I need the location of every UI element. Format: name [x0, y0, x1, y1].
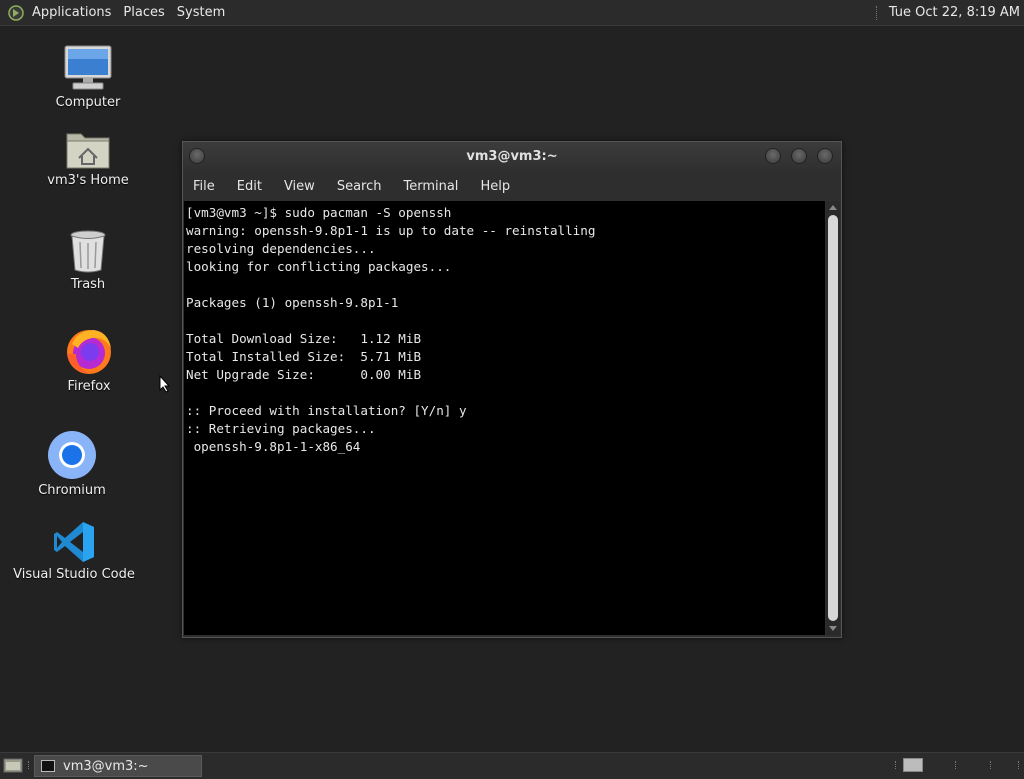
- workspace-2[interactable]: [926, 758, 950, 772]
- taskbar-item-label: vm3@vm3:~: [63, 758, 149, 774]
- clock[interactable]: Tue Oct 22, 8:19 AM: [889, 5, 1020, 20]
- terminal-menubar: File Edit View Search Terminal Help: [183, 172, 841, 200]
- desktop-icon-firefox[interactable]: Firefox: [29, 326, 149, 394]
- panel-separator: [955, 761, 956, 769]
- bottom-panel: vm3@vm3:~: [0, 752, 1024, 779]
- terminal-line: :: Proceed with installation? [Y/n] y: [186, 403, 467, 418]
- menu-terminal[interactable]: Terminal: [392, 179, 469, 194]
- desktop-icon-label: vm3's Home: [47, 173, 129, 188]
- terminal-line: looking for conflicting packages...: [186, 259, 452, 274]
- desktop-icon-vscode[interactable]: Visual Studio Code: [13, 520, 135, 582]
- places-menu[interactable]: Places: [117, 0, 170, 25]
- desktop-icon-label: Firefox: [67, 379, 111, 394]
- system-menu[interactable]: System: [171, 0, 231, 25]
- chromium-icon: [47, 430, 97, 480]
- clock-area: Tue Oct 22, 8:19 AM: [875, 0, 1020, 25]
- close-button[interactable]: [817, 148, 833, 164]
- desktop-icon-label: Computer: [55, 95, 121, 110]
- terminal-line: resolving dependencies...: [186, 241, 376, 256]
- desktop-icon-trash[interactable]: Trash: [28, 228, 148, 292]
- desktop-icon-label: Trash: [70, 277, 106, 292]
- terminal-output[interactable]: [vm3@vm3 ~]$ sudo pacman -S openssh warni…: [184, 201, 825, 635]
- workspace-1[interactable]: [903, 758, 923, 772]
- trash-icon: [68, 228, 108, 274]
- home-folder-icon: [65, 128, 111, 170]
- terminal-icon: [41, 760, 55, 772]
- show-desktop-icon[interactable]: [3, 757, 23, 774]
- terminal-line: Packages (1) openssh-9.8p1-1: [186, 295, 399, 310]
- menu-help[interactable]: Help: [469, 179, 521, 194]
- menu-view[interactable]: View: [273, 179, 326, 194]
- desktop-icon-chromium[interactable]: Chromium: [12, 430, 132, 498]
- menu-edit[interactable]: Edit: [226, 179, 273, 194]
- terminal-line: Total Installed Size: 5.71 MiB: [186, 349, 422, 364]
- top-panel: Applications Places System Tue Oct 22, 8…: [0, 0, 1024, 26]
- terminal-scrollbar[interactable]: [826, 201, 840, 635]
- panel-separator: [875, 5, 879, 20]
- panel-separator: [28, 761, 29, 769]
- vscode-icon: [52, 520, 96, 564]
- maximize-button[interactable]: [791, 148, 807, 164]
- terminal-line: [vm3@vm3 ~]$ sudo pacman -S openssh: [186, 205, 452, 220]
- firefox-icon: [64, 326, 114, 376]
- scrollbar-thumb[interactable]: [828, 215, 838, 621]
- desktop-icon-computer[interactable]: Computer: [28, 44, 148, 110]
- terminal-line: Total Download Size: 1.12 MiB: [186, 331, 422, 346]
- panel-separator: [1018, 761, 1019, 769]
- terminal-line: :: Retrieving packages...: [186, 421, 376, 436]
- terminal-line: Net Upgrade Size: 0.00 MiB: [186, 367, 422, 382]
- computer-icon: [63, 44, 113, 92]
- panel-separator: [990, 761, 991, 769]
- window-titlebar[interactable]: vm3@vm3:~: [183, 142, 841, 172]
- minimize-button[interactable]: [765, 148, 781, 164]
- desktop-icon-label: Chromium: [38, 483, 106, 498]
- terminal-window[interactable]: vm3@vm3:~ File Edit View Search Terminal…: [182, 141, 842, 638]
- panel-separator: [895, 761, 896, 769]
- desktop-icon-label: Visual Studio Code: [13, 567, 135, 582]
- terminal-line: openssh-9.8p1-1-x86_64: [186, 439, 361, 454]
- scroll-up-arrow-icon[interactable]: [829, 205, 837, 210]
- mate-logo-icon[interactable]: [8, 4, 24, 21]
- mouse-cursor-icon: [159, 374, 171, 397]
- desktop-icon-home[interactable]: vm3's Home: [28, 128, 148, 188]
- taskbar-item-terminal[interactable]: vm3@vm3:~: [34, 755, 202, 777]
- menu-search[interactable]: Search: [326, 179, 393, 194]
- window-title: vm3@vm3:~: [466, 149, 558, 164]
- menu-file[interactable]: File: [183, 179, 226, 194]
- terminal-line: warning: openssh-9.8p1-1 is up to date -…: [186, 223, 596, 238]
- scroll-down-arrow-icon[interactable]: [829, 626, 837, 631]
- applications-menu[interactable]: Applications: [26, 0, 117, 25]
